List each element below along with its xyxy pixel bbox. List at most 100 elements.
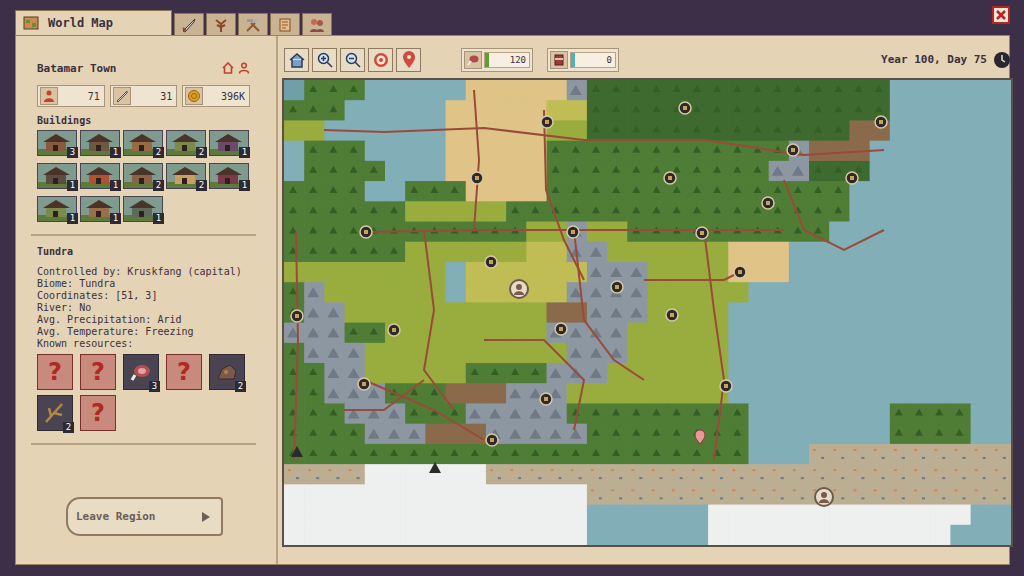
map-tool-button[interactable] bbox=[284, 48, 309, 72]
settlement-icon[interactable] bbox=[762, 197, 774, 209]
person-icon[interactable] bbox=[238, 62, 250, 74]
resource[interactable]: ? bbox=[80, 354, 116, 390]
settlement-icon[interactable] bbox=[611, 281, 623, 293]
resource[interactable]: 2 bbox=[37, 395, 73, 431]
resources-label: Known resources: bbox=[37, 338, 250, 350]
settlement-icon[interactable] bbox=[734, 266, 746, 278]
tab[interactable]: World Map bbox=[15, 10, 172, 35]
map-tool-button[interactable] bbox=[312, 48, 337, 72]
home-icon[interactable] bbox=[222, 62, 234, 74]
terrain-tile bbox=[446, 464, 467, 485]
tree-icon bbox=[350, 166, 358, 173]
tab[interactable] bbox=[270, 13, 300, 35]
resource[interactable]: ? bbox=[166, 354, 202, 390]
resource[interactable]: ? bbox=[37, 354, 73, 390]
settlement-icon[interactable] bbox=[567, 226, 579, 238]
terrain-tile bbox=[748, 302, 769, 323]
pin-icon[interactable] bbox=[695, 430, 705, 444]
settlement-icon[interactable] bbox=[541, 116, 553, 128]
settlement-icon[interactable] bbox=[485, 256, 497, 268]
map-canvas[interactable] bbox=[284, 80, 1011, 545]
terrain-tile bbox=[688, 302, 709, 323]
building[interactable]: 1 bbox=[209, 130, 249, 156]
time-icon[interactable] bbox=[993, 51, 1011, 69]
tundra-speck bbox=[962, 497, 965, 499]
terrain-tile bbox=[829, 282, 850, 303]
world-map[interactable] bbox=[284, 80, 1011, 545]
terrain-tile bbox=[567, 80, 588, 101]
settlement-icon[interactable] bbox=[664, 172, 676, 184]
map-tool-button[interactable] bbox=[340, 48, 365, 72]
building[interactable]: 2 bbox=[123, 130, 163, 156]
tab[interactable] bbox=[238, 13, 268, 35]
tab[interactable] bbox=[302, 13, 332, 35]
map-tool-button[interactable] bbox=[368, 48, 393, 72]
unit-icon[interactable] bbox=[815, 488, 833, 506]
building[interactable]: 1 bbox=[80, 196, 120, 222]
terrain-tile bbox=[688, 464, 709, 485]
tree-icon bbox=[693, 146, 701, 153]
terrain-tile bbox=[910, 141, 931, 162]
terrain-tile bbox=[971, 100, 992, 121]
building[interactable]: 1 bbox=[123, 196, 163, 222]
settlement-icon[interactable] bbox=[291, 310, 303, 322]
settlement-icon[interactable] bbox=[360, 226, 372, 238]
settlement-icon[interactable] bbox=[540, 393, 552, 405]
tab[interactable] bbox=[206, 13, 236, 35]
terrain-tile bbox=[971, 201, 992, 222]
building[interactable]: 1 bbox=[37, 163, 77, 189]
terrain-tile bbox=[607, 343, 628, 364]
settlement-icon[interactable] bbox=[358, 378, 370, 390]
tree-icon bbox=[653, 146, 661, 153]
terrain-tile bbox=[890, 120, 911, 141]
building[interactable]: 2 bbox=[123, 163, 163, 189]
resource[interactable]: ? bbox=[80, 395, 116, 431]
map-tool-button[interactable] bbox=[396, 48, 421, 72]
settlement-icon[interactable] bbox=[679, 102, 691, 114]
settlement-icon[interactable] bbox=[787, 144, 799, 156]
terrain-tile bbox=[890, 242, 911, 263]
tree-icon bbox=[693, 408, 701, 415]
town-header: Batamar Town bbox=[31, 60, 256, 76]
tab[interactable] bbox=[174, 13, 204, 35]
settlement-icon[interactable] bbox=[388, 324, 400, 336]
tree-icon bbox=[653, 206, 661, 213]
unit-icon[interactable] bbox=[510, 280, 528, 298]
building[interactable]: 3 bbox=[37, 130, 77, 156]
tree-icon bbox=[733, 166, 741, 173]
settlement-icon[interactable] bbox=[555, 323, 567, 335]
settlement-icon[interactable] bbox=[666, 309, 678, 321]
warning-icon[interactable] bbox=[291, 446, 303, 457]
building[interactable]: 2 bbox=[166, 130, 206, 156]
settlement-icon[interactable] bbox=[486, 434, 498, 446]
arrow-right-icon bbox=[201, 511, 211, 523]
terrain-tile bbox=[991, 181, 1011, 202]
building[interactable]: 1 bbox=[37, 196, 77, 222]
building[interactable]: 1 bbox=[80, 130, 120, 156]
resource[interactable]: 3 bbox=[123, 354, 159, 390]
tree-icon bbox=[531, 206, 539, 213]
settlement-icon[interactable] bbox=[696, 227, 708, 239]
terrain-tile bbox=[466, 505, 487, 526]
resource[interactable]: 2 bbox=[209, 354, 245, 390]
terrain-tile bbox=[971, 181, 992, 202]
terrain-tile bbox=[668, 222, 689, 243]
settlement-icon[interactable] bbox=[720, 380, 732, 392]
building[interactable]: 1 bbox=[209, 163, 249, 189]
tree-icon bbox=[632, 166, 640, 173]
building[interactable]: 1 bbox=[80, 163, 120, 189]
tundra-speck bbox=[740, 497, 743, 499]
settlement-icon[interactable] bbox=[875, 116, 887, 128]
terrain-tile bbox=[950, 343, 971, 364]
terrain-tile bbox=[365, 505, 386, 526]
tree-icon bbox=[471, 449, 479, 456]
terrain-tile bbox=[567, 323, 588, 344]
close-button[interactable] bbox=[992, 6, 1010, 24]
settlement-icon[interactable] bbox=[846, 172, 858, 184]
leave-region-button[interactable]: Leave Region bbox=[66, 497, 223, 536]
building-count: 1 bbox=[110, 213, 121, 224]
settlement-icon[interactable] bbox=[471, 172, 483, 184]
building[interactable]: 2 bbox=[166, 163, 206, 189]
warning-icon[interactable] bbox=[429, 462, 441, 473]
terrain-tile bbox=[446, 444, 467, 465]
